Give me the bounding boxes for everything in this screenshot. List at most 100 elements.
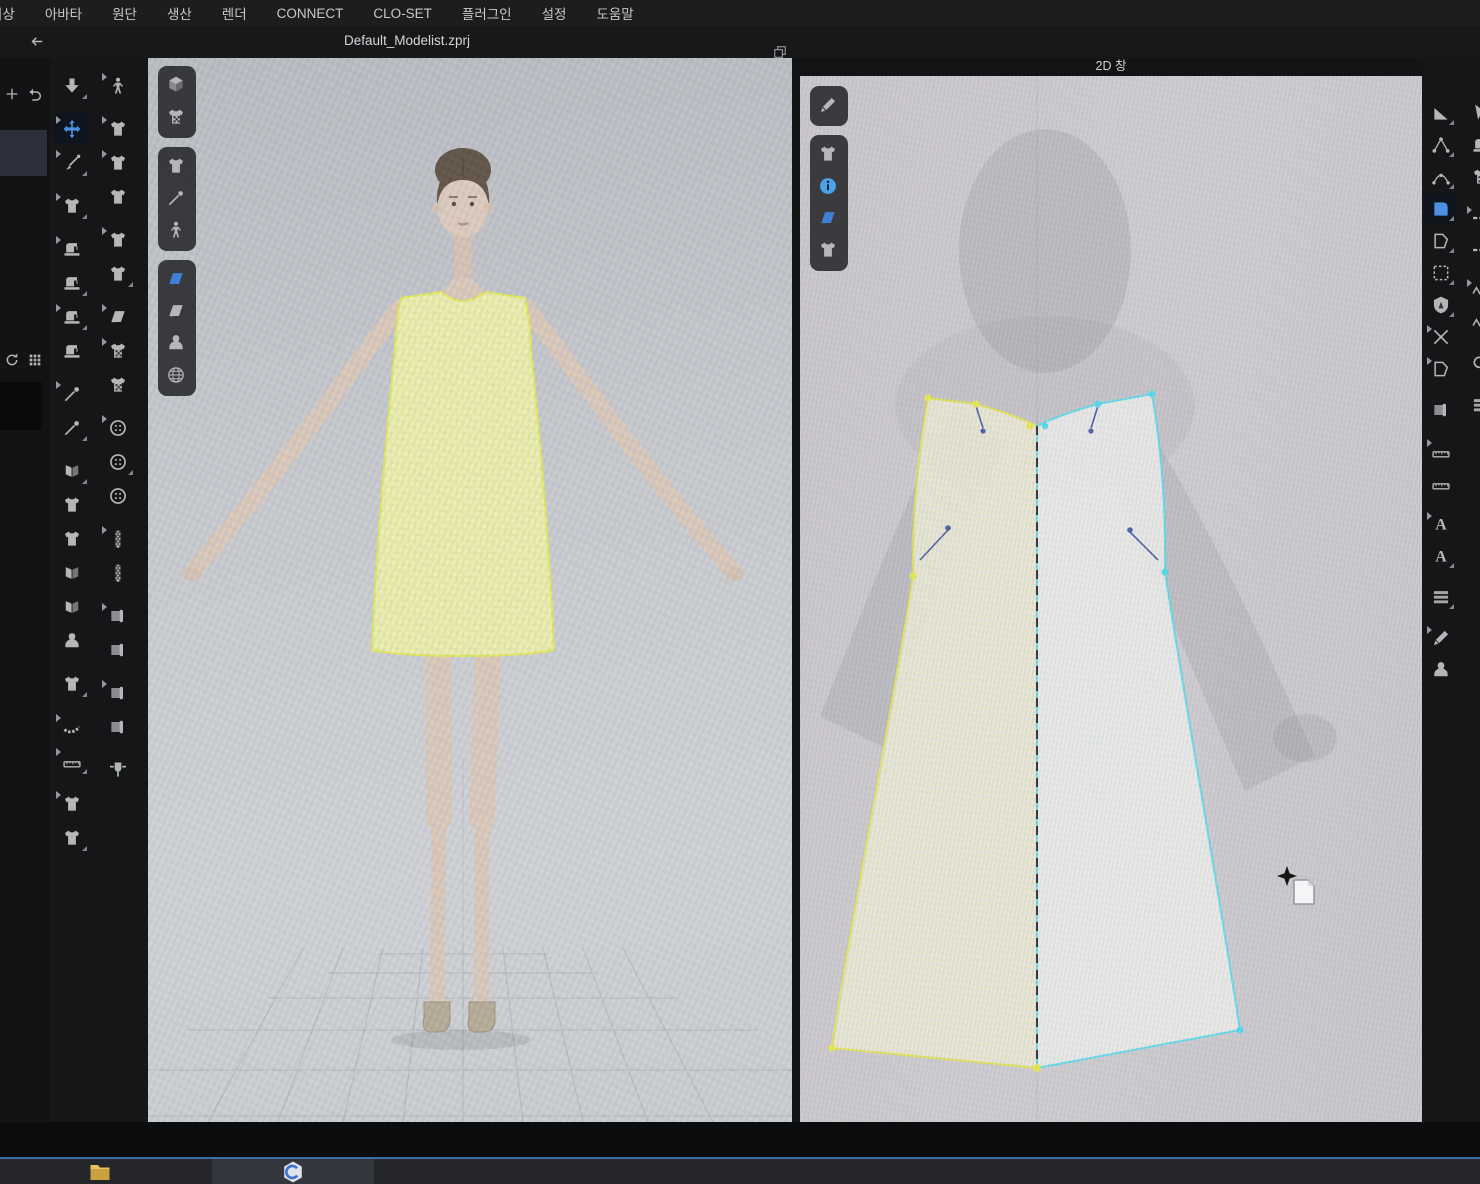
binding-a-tool[interactable] <box>101 600 135 631</box>
menu-item-settings[interactable]: 설정 <box>542 3 567 23</box>
menu-item-production[interactable]: 생산 <box>167 3 192 23</box>
view-cube-tool[interactable] <box>161 70 191 100</box>
garment-measure-edit-tool[interactable] <box>55 822 89 853</box>
machine-extra-tool[interactable] <box>1466 130 1480 159</box>
wind-a-tool[interactable] <box>101 113 135 144</box>
pattern-magnify-tool[interactable] <box>1466 349 1480 378</box>
binding-b-tool[interactable] <box>101 634 135 665</box>
wind-c-tool[interactable] <box>101 181 135 212</box>
menu-item-render[interactable]: 렌더 <box>222 3 247 23</box>
seam-ruler-tool[interactable] <box>1426 468 1456 497</box>
float-window-icon[interactable] <box>773 45 787 59</box>
button-tool[interactable] <box>101 446 135 477</box>
cut-sew-tool[interactable] <box>1426 623 1456 652</box>
menu-item-plugin[interactable]: 플러그인 <box>462 3 512 23</box>
show-texture-2d-tool[interactable] <box>813 235 843 265</box>
zigzag-b-tool[interactable] <box>1466 308 1480 337</box>
pattern-piece-right[interactable] <box>1037 394 1240 1068</box>
button-place-tool[interactable] <box>101 412 135 443</box>
texture-checker-tool[interactable] <box>101 335 135 366</box>
clone-layer-tool[interactable] <box>55 523 89 554</box>
menu-item-closet[interactable]: CLO-SET <box>373 6 432 21</box>
fabric-grab-tool[interactable] <box>101 301 135 332</box>
pin-curve-tool[interactable] <box>55 412 89 443</box>
select-lasso-tool[interactable] <box>55 147 89 178</box>
back-arrow-icon[interactable] <box>28 33 45 50</box>
select-move-tool[interactable] <box>55 113 89 144</box>
transform-pattern-tool[interactable] <box>1426 98 1456 127</box>
checker-extra-tool[interactable] <box>1466 162 1480 191</box>
show-garment-tool[interactable] <box>161 151 191 181</box>
add-pattern-tool[interactable] <box>1426 194 1456 223</box>
dart-tool[interactable] <box>1426 290 1456 319</box>
simulate-tool[interactable] <box>55 70 89 101</box>
ruler-measure-tool[interactable] <box>55 745 89 776</box>
panel-layout-tool[interactable] <box>1426 582 1456 611</box>
piping-b-tool[interactable] <box>101 711 135 742</box>
undo-icon[interactable] <box>27 86 43 102</box>
edit-curve-2d-tool[interactable] <box>813 90 843 120</box>
trace-seam-tool[interactable] <box>1426 258 1456 287</box>
fabric-strip-tool[interactable] <box>1426 395 1456 424</box>
view-garment-cube-tool[interactable] <box>161 102 191 132</box>
grading-tool[interactable] <box>55 668 89 699</box>
fit-to-avatar-tool[interactable] <box>55 625 89 656</box>
pin-tool[interactable] <box>55 378 89 409</box>
clo-hexagon-icon[interactable] <box>281 1160 305 1184</box>
dress-3d[interactable] <box>372 292 554 656</box>
menu-item-garment[interactable]: 의상 <box>0 3 15 23</box>
drape-b-tool[interactable] <box>101 258 135 289</box>
stitch-b-tool[interactable] <box>1466 235 1480 264</box>
drape-a-tool[interactable] <box>101 224 135 255</box>
zipper-tool[interactable] <box>101 557 135 588</box>
2d-viewport[interactable] <box>800 76 1422 1122</box>
wind-b-tool[interactable] <box>101 147 135 178</box>
pin-garment-tool[interactable] <box>161 183 191 213</box>
text-edit-tool[interactable] <box>1426 541 1456 570</box>
flip-pattern-tool[interactable] <box>55 591 89 622</box>
avatar-pose-tool[interactable] <box>101 70 135 101</box>
edit-sewing-tool[interactable] <box>55 335 89 366</box>
3d-viewport[interactable] <box>148 58 792 1122</box>
trace-pattern-tool[interactable] <box>1426 226 1456 255</box>
menu-item-help[interactable]: 도움말 <box>596 3 633 23</box>
show-fabric-dark-tool[interactable] <box>161 296 191 326</box>
menu-item-connect[interactable]: CONNECT <box>277 6 344 21</box>
zipper-place-tool[interactable] <box>101 523 135 554</box>
buttonhole-tool[interactable] <box>101 480 135 511</box>
texture-edit-tool[interactable] <box>101 369 135 400</box>
show-avatar-tool[interactable] <box>161 215 191 245</box>
refresh-icon[interactable] <box>4 352 20 368</box>
show-pattern-tool[interactable] <box>813 139 843 169</box>
grid-view-icon[interactable] <box>27 352 43 368</box>
cursor-extra-tool[interactable] <box>1466 98 1480 127</box>
pattern-info-tool[interactable] <box>813 171 843 201</box>
text-tool-tool[interactable] <box>1426 509 1456 538</box>
cross-dart-tool[interactable] <box>1426 322 1456 351</box>
garment-measure-tool[interactable] <box>55 788 89 819</box>
avatar-pattern-tool[interactable] <box>1426 655 1456 684</box>
fold-arrangement-tool[interactable] <box>55 455 89 486</box>
fold-pattern-tool[interactable] <box>55 557 89 588</box>
mn-sewing-tool[interactable] <box>55 301 89 332</box>
solidify-tool[interactable] <box>55 489 89 520</box>
show-mannequin-tool[interactable] <box>161 328 191 358</box>
project-tab[interactable]: Default_Modelist.zprj <box>344 33 470 48</box>
show-fabric-tool[interactable] <box>161 264 191 294</box>
select-mesh-tool[interactable] <box>55 190 89 221</box>
show-world-tool[interactable] <box>161 360 191 390</box>
edit-point-tool[interactable] <box>1426 130 1456 159</box>
internal-ruler-tool[interactable] <box>1426 436 1456 465</box>
stitch-a-tool[interactable] <box>1466 203 1480 232</box>
press-clamp-tool[interactable] <box>101 754 135 785</box>
polygon-shape-tool[interactable] <box>1426 354 1456 383</box>
menu-item-avatar[interactable]: 아바타 <box>45 3 82 23</box>
segment-sewing-tool[interactable] <box>55 233 89 264</box>
piping-a-tool[interactable] <box>101 677 135 708</box>
zigzag-a-tool[interactable] <box>1466 276 1480 305</box>
tape-measure-tool[interactable] <box>55 711 89 742</box>
show-fabric-2d-tool[interactable] <box>813 203 843 233</box>
add-icon[interactable] <box>4 86 20 102</box>
menu-item-fabric[interactable]: 원단 <box>112 3 137 23</box>
folder-icon[interactable] <box>88 1160 112 1184</box>
